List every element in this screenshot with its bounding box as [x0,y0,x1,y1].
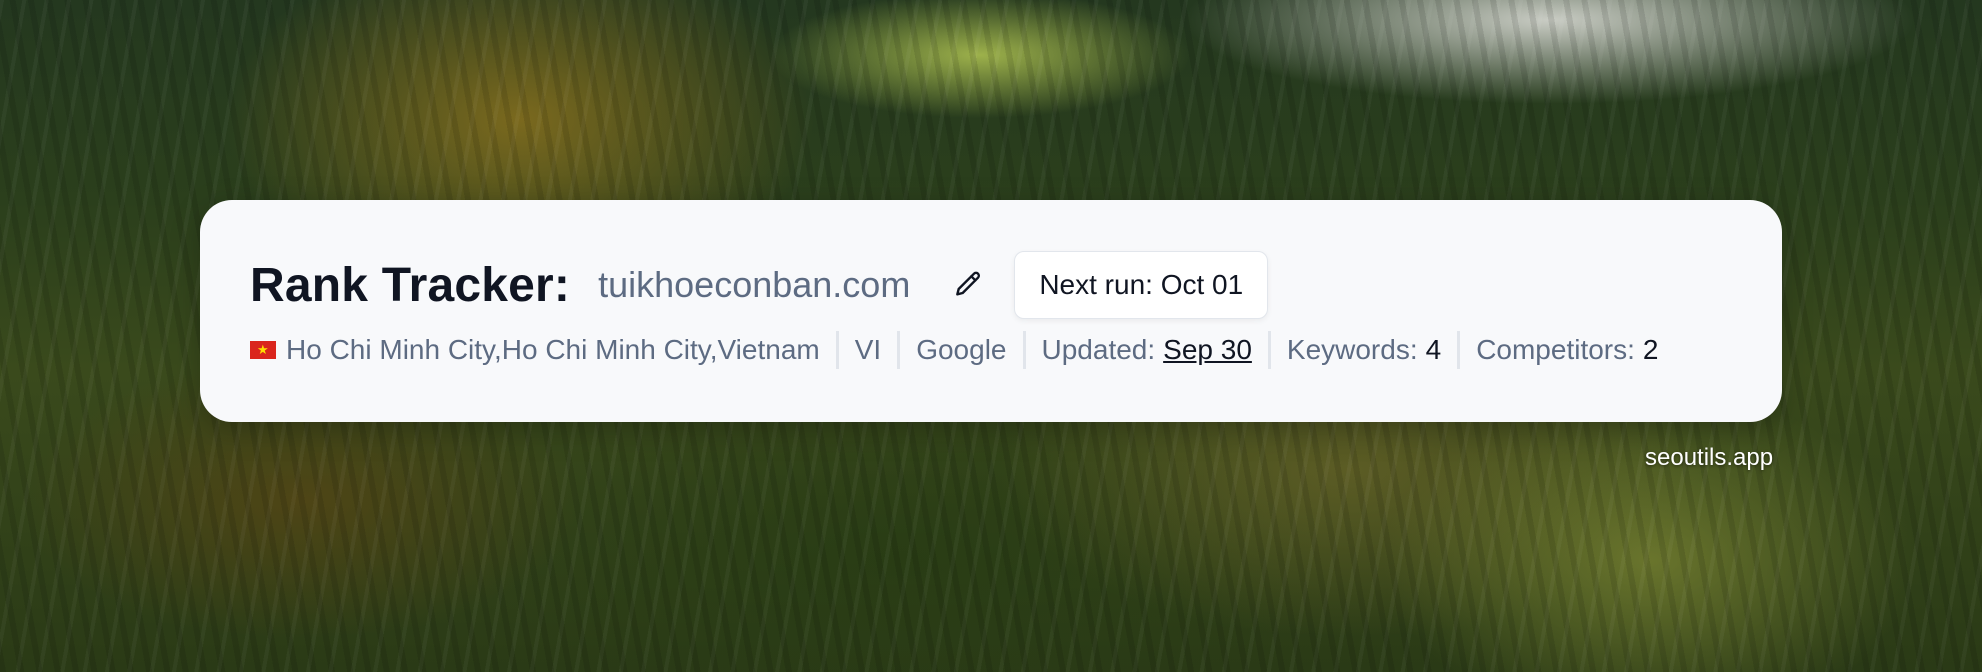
updated-label: Updated: [1041,334,1156,365]
divider [897,331,901,369]
vietnam-flag-icon: ★ [250,341,276,359]
divider [835,331,839,369]
meta-row: ★ Ho Chi Minh City,Ho Chi Minh City,Viet… [250,328,1658,372]
competitors-count: 2 [1642,334,1659,365]
competitors-label: Competitors: [1476,334,1635,365]
domain-name: tuikhoeconban.com [598,264,911,305]
rank-tracker-card: Rank Tracker: tuikhoeconban.com Next run… [200,200,1782,422]
keywords-count: 4 [1425,334,1442,365]
divider [1267,331,1271,369]
edit-domain-button[interactable] [946,263,990,307]
next-run-badge: Next run: Oct 01 [1014,251,1269,319]
divider [1457,331,1461,369]
location-text: Ho Chi Minh City,Ho Chi Minh City,Vietna… [286,334,820,365]
pencil-icon [956,271,981,296]
background-landscape: Rank Tracker: tuikhoeconban.com Next run… [0,0,1982,672]
divider [1022,331,1026,369]
page-title: Rank Tracker: [250,258,571,312]
keywords-label: Keywords: [1286,334,1418,365]
search-engine-text: Google [916,334,1007,365]
title-row: Rank Tracker: tuikhoeconban.com Next run… [250,250,1269,320]
brand-label: seoutils.app [1645,444,1774,471]
language-text: VI [854,334,882,365]
updated-date-link[interactable]: Sep 30 [1163,334,1252,366]
